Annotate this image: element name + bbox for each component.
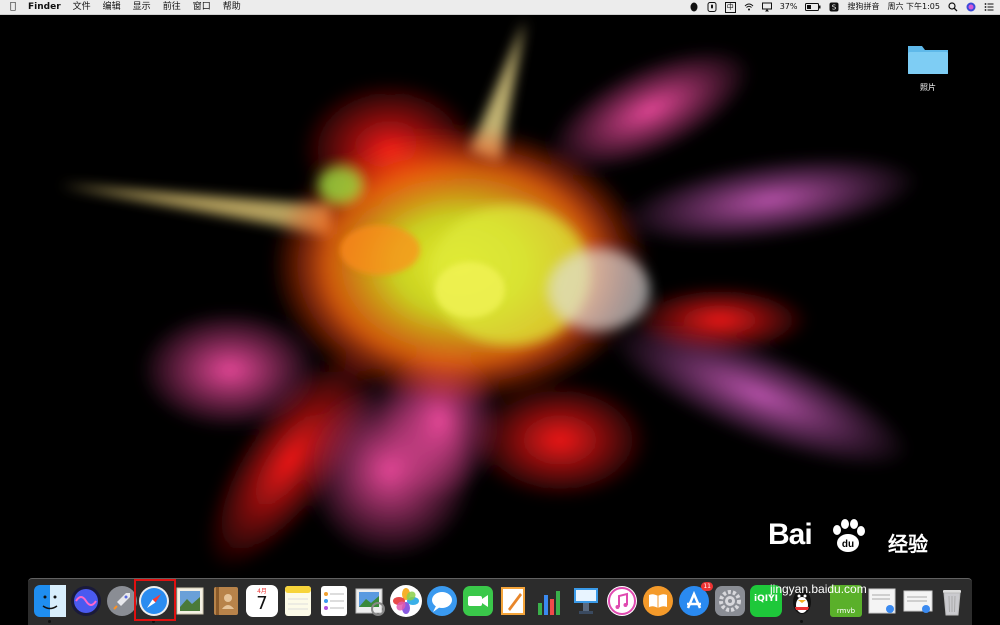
battery-icon[interactable]	[805, 3, 821, 11]
messages-bubble-icon	[427, 586, 457, 616]
ibooks-icon	[643, 586, 673, 616]
dock-siri[interactable]	[70, 585, 102, 617]
input-method-char[interactable]: 中	[724, 1, 736, 13]
input-method-label[interactable]: 搜狗拼音	[847, 0, 879, 14]
dock-keynote[interactable]	[570, 585, 602, 617]
contacts-book-icon	[214, 587, 238, 615]
safari-highlight-box	[134, 579, 176, 621]
menu-help[interactable]: 帮助	[223, 0, 241, 14]
menu-file[interactable]: 文件	[73, 0, 91, 14]
svg-text:du: du	[842, 539, 854, 550]
dock-numbers[interactable]	[534, 585, 566, 617]
watermark-url: jingyan.baidu.com	[770, 582, 867, 596]
dock-facetime[interactable]	[462, 585, 494, 617]
app-store-update-badge: 11	[701, 582, 713, 591]
notes-icon	[285, 586, 311, 616]
microphone-icon[interactable]	[707, 2, 717, 12]
menu-edit[interactable]: 编辑	[103, 0, 121, 14]
qq-status-icon[interactable]	[689, 2, 699, 12]
dock-pages[interactable]	[498, 585, 530, 617]
dock-contacts[interactable]	[210, 585, 242, 617]
watermark-suffix: 经验	[888, 532, 928, 556]
siri-icon[interactable]	[966, 2, 976, 12]
menu-view[interactable]: 显示	[133, 0, 151, 14]
finder-icon	[34, 585, 66, 617]
wifi-icon[interactable]	[744, 2, 754, 12]
notification-center-icon[interactable]	[984, 2, 994, 12]
preview-photos-icon	[355, 588, 385, 616]
baidu-jingyan-watermark: Bai du 经验 jingyan.baidu.com	[762, 518, 982, 598]
numbers-chart-icon	[538, 591, 560, 615]
mail-stamp-icon	[176, 587, 204, 615]
running-indicator	[800, 620, 803, 623]
apple-menu-icon[interactable]: 	[10, 0, 16, 14]
watermark-brand: Bai	[768, 518, 813, 551]
desktop-folder-photos[interactable]: 照片	[900, 40, 956, 93]
dock-calendar[interactable]: 4月 7	[246, 585, 278, 617]
menu-app-finder[interactable]: Finder	[28, 0, 61, 14]
dock-app-store[interactable]: 11	[678, 582, 713, 617]
dock-system-preferences[interactable]	[714, 585, 746, 617]
dock-ibooks[interactable]	[642, 585, 674, 617]
menu-window[interactable]: 窗口	[193, 0, 211, 14]
pages-icon	[501, 587, 525, 615]
baidu-paw-icon: du	[833, 519, 865, 552]
gear-icon	[715, 586, 745, 616]
menu-bar:  Finder 文件 编辑 显示 前往 窗口 帮助 中 37% S 搜狗拼音 …	[0, 0, 1000, 15]
spotlight-search-icon[interactable]	[948, 2, 958, 12]
itunes-music-icon	[607, 586, 637, 616]
dock-itunes[interactable]	[606, 585, 638, 617]
menu-clock[interactable]: 周六 下午1:05	[887, 0, 940, 14]
facetime-camera-icon	[463, 586, 493, 616]
rmvb-label: rmvb	[836, 607, 856, 615]
dock-preview[interactable]	[354, 585, 386, 617]
siri-app-icon	[71, 586, 101, 616]
dock-finder[interactable]	[34, 585, 66, 623]
folder-label: 照片	[920, 83, 936, 92]
folder-icon	[908, 46, 948, 74]
calendar-day: 7	[256, 593, 268, 614]
dock-reminders[interactable]	[318, 585, 350, 617]
keynote-podium-icon	[574, 588, 598, 614]
battery-percent[interactable]: 37%	[780, 0, 798, 14]
reminders-list-icon	[321, 586, 347, 616]
sogou-input-icon[interactable]: S	[829, 2, 839, 12]
dock-notes[interactable]	[282, 585, 314, 617]
dock-messages[interactable]	[426, 585, 458, 617]
airplay-icon[interactable]	[761, 2, 772, 12]
dock-mail[interactable]	[174, 585, 206, 617]
running-indicator	[48, 620, 51, 623]
photos-flower-icon	[393, 588, 419, 614]
svg-text:S: S	[832, 4, 837, 12]
menu-go[interactable]: 前往	[163, 0, 181, 14]
dock-photos[interactable]	[390, 585, 422, 617]
